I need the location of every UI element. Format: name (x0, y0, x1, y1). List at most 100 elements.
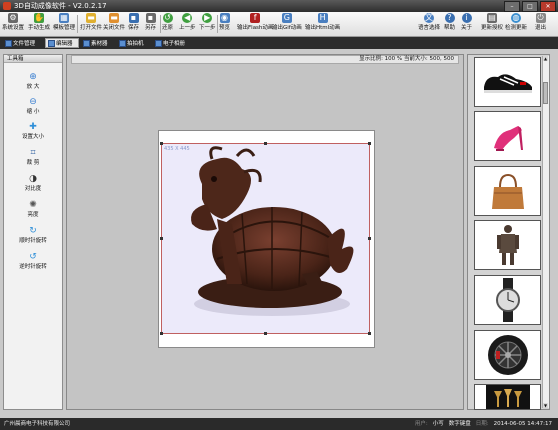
preview-icon: ◉ (219, 13, 230, 23)
language-icon: 文 (424, 13, 434, 23)
gear-icon: ⚙ (8, 13, 18, 23)
company-name: 广州晨商电子科技有限公司 (4, 421, 71, 427)
thumbnail-candle-holders[interactable] (474, 384, 541, 410)
toolbar-label: 系统设置 (2, 25, 25, 31)
zoom-in-tool[interactable]: ⊕ 放 大 (4, 71, 62, 91)
tab-camera[interactable]: 拍拍机 (117, 38, 151, 48)
resize-handle[interactable] (368, 142, 371, 145)
input-mode: 数字键盘 (448, 421, 471, 427)
toolbar-label: 输出Html动画 (305, 25, 341, 31)
brightness-tool[interactable]: ✺ 亮度 (4, 199, 62, 219)
image-icon (83, 39, 90, 47)
update-icon: ◍ (511, 13, 521, 23)
window-title: 3D自动成像软件 - V2.0.2.17 (14, 2, 107, 10)
next-step-button[interactable]: ▶ 下一步 (199, 13, 216, 35)
thumbnail-sneaker[interactable] (474, 57, 541, 107)
folder-close-icon: ▬ (109, 13, 119, 23)
maximize-button[interactable]: □ (522, 1, 538, 12)
album-icon (155, 39, 162, 47)
export-gif-button[interactable]: G 输出Gif动画 (272, 13, 302, 35)
about-button[interactable]: i 关于 (461, 13, 472, 35)
rotate-counterclockwise-tool[interactable]: ↺ 逆时针旋转 (4, 251, 62, 271)
scroll-up-arrow-icon[interactable]: ▲ (543, 56, 548, 61)
system-settings-button[interactable]: ⚙ 系统设置 (2, 13, 24, 35)
scroll-down-arrow-icon[interactable]: ▼ (543, 403, 548, 408)
save-as-button[interactable]: ▪ 另存 (145, 13, 156, 35)
toolbar-label: 另存 (145, 25, 157, 31)
scrollbar-thumb[interactable] (543, 82, 548, 104)
thumbnail-wristwatch[interactable] (474, 275, 541, 325)
save-button[interactable]: ▪ 保存 (128, 13, 139, 35)
check-update-button[interactable]: ◍ 检测更新 (505, 13, 527, 35)
toolbox-title: 工具箱 (4, 55, 62, 63)
edit-icon (48, 39, 55, 47)
export-flash-button[interactable]: f 输出Flash动画 (237, 13, 273, 35)
help-button[interactable]: ? 帮助 (444, 13, 455, 35)
tab-editor[interactable]: 编辑器 (45, 38, 79, 48)
status-bar: 广州晨商电子科技有限公司 用户: 小写 数字键盘 日期: 2014-06-05 … (0, 418, 558, 430)
brightness-icon: ✺ (29, 200, 37, 210)
manual-generate-button[interactable]: ✋ 手动生成 (28, 13, 50, 35)
zoom-size-info: 显示比例: 100 % 当前大小: 500, 500 (359, 56, 454, 62)
folder-open-icon: ▬ (86, 13, 96, 23)
crop-tool[interactable]: ⌗ 裁 剪 (4, 147, 62, 167)
about-icon: i (461, 13, 472, 23)
template-manager-button[interactable]: ▦ 模板管理 (53, 13, 75, 35)
editor-info-bar: 显示比例: 100 % 当前大小: 500, 500 (71, 55, 459, 64)
rotate-cw-icon: ↻ (29, 226, 37, 236)
selected-image[interactable] (161, 143, 370, 334)
update-license-button[interactable]: ▤ 更新授权 (481, 13, 503, 35)
thumbnail-high-heel[interactable] (474, 111, 541, 161)
main-toolbar: ⚙ 系统设置 ✋ 手动生成 ▦ 模板管理 ▬ 打开文件 ▬ 关闭文件 ▪ 保存 ▪ 另存 ↺ 还… (0, 12, 558, 37)
resize-handle[interactable] (160, 332, 163, 335)
wristwatch-image (495, 278, 520, 322)
contrast-tool[interactable]: ◑ 对比度 (4, 173, 62, 193)
preview-button[interactable]: ◉ 预览 (219, 13, 230, 35)
toolbar-label: 输出Gif动画 (272, 25, 302, 31)
save-icon: ▪ (128, 13, 139, 23)
tab-photo-album[interactable]: 电子相册 (153, 38, 193, 48)
help-icon: ? (444, 13, 455, 23)
tab-material[interactable]: 素材器 (81, 38, 115, 48)
dragon-turtle-image (191, 146, 354, 316)
resize-handle[interactable] (264, 332, 267, 335)
close-button[interactable]: ✕ (540, 1, 556, 12)
set-size-tool[interactable]: ✚ 设置大小 (4, 121, 62, 141)
previous-step-button[interactable]: ◀ 上一步 (179, 13, 196, 35)
rotate-clockwise-tool[interactable]: ↻ 顺时针旋转 (4, 225, 62, 245)
camera-icon (119, 39, 126, 47)
zoom-out-tool[interactable]: ⊖ 缩 小 (4, 96, 62, 116)
resize-handle[interactable] (160, 237, 163, 240)
toolbar-label: 还原 (162, 25, 174, 31)
undo-icon: ↺ (162, 13, 173, 23)
open-file-button[interactable]: ▬ 打开文件 (80, 13, 102, 35)
app-logo-icon (3, 2, 11, 10)
car-wheel-image (487, 335, 528, 375)
toolbar-label: 语言选择 (418, 25, 441, 31)
resize-handle[interactable] (160, 142, 163, 145)
hand-icon: ✋ (34, 13, 44, 23)
user-label: 用户: (414, 421, 428, 427)
high-heel-image (493, 126, 523, 151)
thumbnail-scrollbar[interactable] (542, 56, 549, 408)
flash-icon: f (250, 13, 261, 23)
close-file-button[interactable]: ▬ 关闭文件 (103, 13, 125, 35)
export-html-button[interactable]: H 输出Html动画 (305, 13, 340, 35)
minimize-button[interactable]: – (504, 1, 520, 12)
thumbnail-car-wheel[interactable] (474, 330, 541, 380)
thumbnail-terracotta-warrior[interactable] (474, 220, 541, 270)
resize-handle[interactable] (264, 142, 267, 145)
resize-handle[interactable] (368, 332, 371, 335)
resize-handle[interactable] (368, 237, 371, 240)
thumbnail-handbag[interactable] (474, 166, 541, 216)
tab-file-manager[interactable]: 文件管理 (3, 38, 43, 48)
restore-button[interactable]: ↺ 还原 (162, 13, 173, 35)
toolbox-panel: 工具箱 ⊕ 放 大 ⊖ 缩 小 ✚ 设置大小 ⌗ 裁 剪 ◑ 对比度 ✺ 亮度 ↻ 顺时针旋转… (3, 54, 63, 410)
date-time: 2014-06-05 14:47:17 (493, 421, 552, 427)
zoom-out-icon: ⊖ (29, 97, 37, 107)
status-info: 用户: 小写 数字键盘 日期: 2014-06-05 14:47:17 (415, 418, 552, 430)
exit-button[interactable]: ⏻ 退出 (535, 13, 546, 35)
zoom-in-icon: ⊕ (29, 72, 37, 82)
toolbar-label: 退出 (535, 25, 547, 31)
language-select-button[interactable]: 文语言选择 (418, 13, 440, 35)
